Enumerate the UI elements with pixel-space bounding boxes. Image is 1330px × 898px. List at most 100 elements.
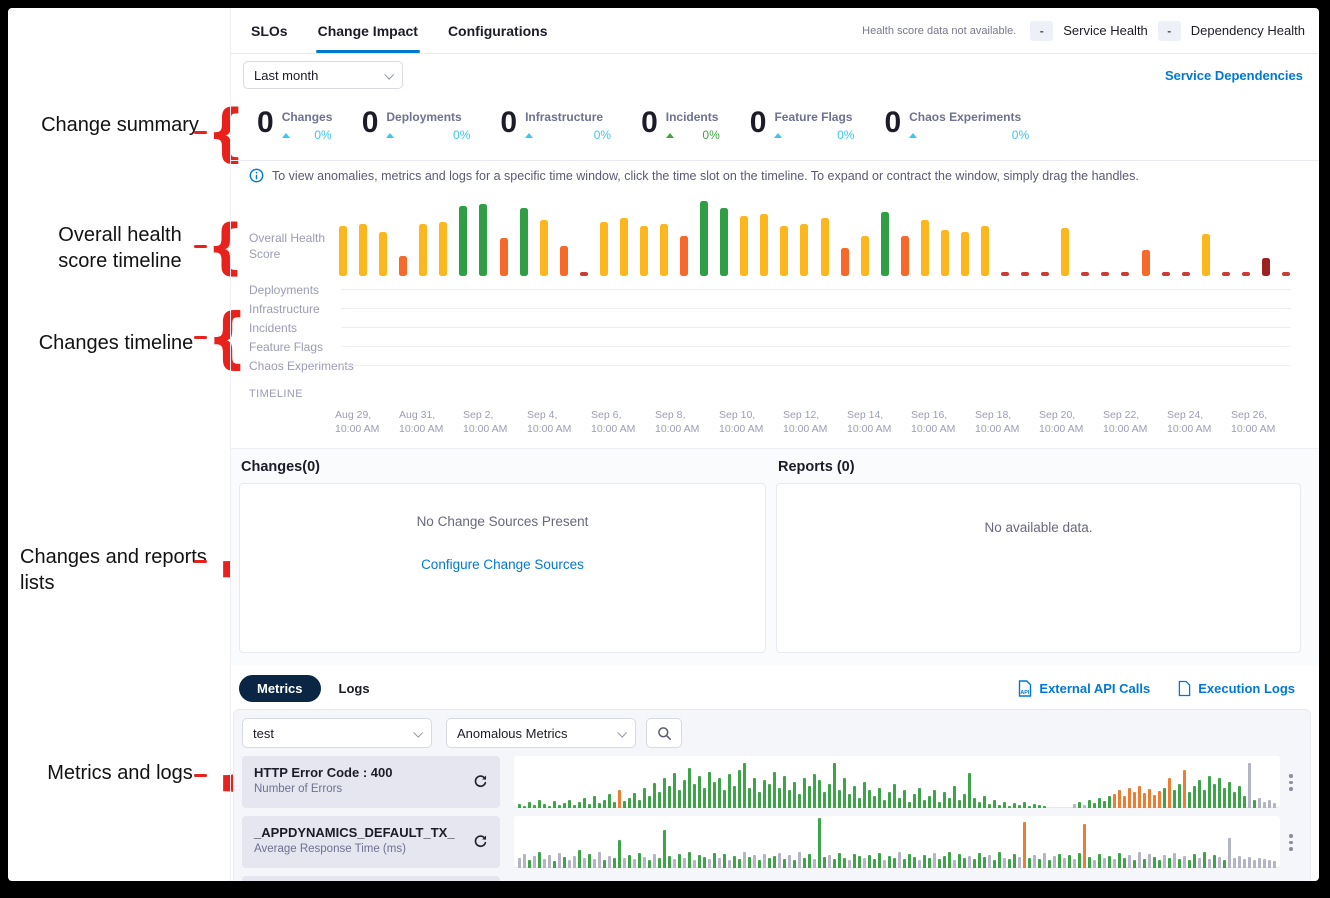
health-score-bar[interactable] <box>961 232 969 276</box>
health-score-bar[interactable] <box>339 226 347 276</box>
health-score-bar[interactable] <box>1202 234 1210 276</box>
sparkline-bar <box>878 853 881 868</box>
sparkline-bar <box>1048 860 1051 868</box>
health-score-bar[interactable] <box>1121 272 1129 276</box>
sparkline-bar <box>1173 853 1176 868</box>
health-score-bar[interactable] <box>1081 272 1089 276</box>
health-score-bar[interactable] <box>901 236 909 276</box>
metric-card-http-error[interactable]: HTTP Error Code : 400 Number of Errors <box>242 756 500 808</box>
health-score-bar[interactable] <box>881 212 889 276</box>
summary-delta: 0% <box>837 128 854 142</box>
health-score-bar[interactable] <box>981 226 989 276</box>
sparkline-bar <box>1113 859 1116 868</box>
tab-change-impact[interactable]: Change Impact <box>318 8 418 53</box>
change-row-track[interactable] <box>341 365 1291 366</box>
health-score-bar[interactable] <box>419 224 427 276</box>
kebab-menu-icon[interactable] <box>1280 756 1302 808</box>
time-range-value: Last month <box>254 68 318 83</box>
sparkline-bar <box>638 800 641 808</box>
sparkline-bar <box>723 854 726 868</box>
health-score-bar[interactable] <box>1222 272 1230 276</box>
health-score-bar[interactable] <box>1262 258 1270 276</box>
health-score-bar[interactable] <box>600 222 608 276</box>
health-score-bar[interactable] <box>439 222 447 276</box>
tab-slos[interactable]: SLOs <box>251 8 288 53</box>
health-score-bars[interactable] <box>339 196 1290 276</box>
tab-configurations[interactable]: Configurations <box>448 8 548 53</box>
external-api-calls-link[interactable]: API External API Calls <box>1018 680 1150 697</box>
health-score-bar[interactable] <box>1142 250 1150 276</box>
health-score-bar[interactable] <box>580 272 588 276</box>
health-score-bar[interactable] <box>800 224 808 276</box>
health-score-bar[interactable] <box>479 204 487 276</box>
health-score-bar[interactable] <box>1061 228 1069 276</box>
health-score-bar[interactable] <box>1162 272 1170 276</box>
health-score-bar[interactable] <box>459 206 467 276</box>
summary-value: 0 <box>500 108 517 138</box>
sparkline-bar <box>853 786 856 808</box>
configure-change-sources-link[interactable]: Configure Change Sources <box>421 557 584 572</box>
health-score-bar[interactable] <box>379 232 387 276</box>
search-button[interactable] <box>646 718 682 748</box>
summary-item-feature-flags: 0 Feature Flags 0% <box>750 108 855 160</box>
refresh-icon[interactable] <box>473 774 488 794</box>
health-score-bar[interactable] <box>700 201 708 276</box>
health-score-bar[interactable] <box>861 236 869 276</box>
sparkline-bar <box>1093 860 1096 868</box>
tab-logs[interactable]: Logs <box>339 681 370 696</box>
kebab-menu-icon[interactable] <box>1280 816 1302 868</box>
change-row-track[interactable] <box>341 346 1291 347</box>
health-score-bar[interactable] <box>1242 272 1250 276</box>
health-score-bar[interactable] <box>1021 272 1029 276</box>
sparkline-bar <box>1048 807 1051 808</box>
health-score-bar[interactable] <box>1001 272 1009 276</box>
health-score-bar[interactable] <box>500 238 508 276</box>
health-score-bar[interactable] <box>359 224 367 276</box>
health-score-bar[interactable] <box>841 248 849 276</box>
sparkline-bar <box>728 860 731 868</box>
metric-row-clipped <box>242 876 1302 881</box>
reports-empty-text: No available data. <box>984 520 1092 535</box>
sparkline-bar <box>858 856 861 868</box>
sparkline-bar <box>933 853 936 868</box>
change-row-track[interactable] <box>341 327 1291 328</box>
health-score-bar[interactable] <box>1182 272 1190 276</box>
sparkline-bar <box>768 858 771 868</box>
tab-metrics[interactable]: Metrics <box>239 675 321 702</box>
change-row-track[interactable] <box>341 308 1291 309</box>
health-score-bar[interactable] <box>821 218 829 276</box>
health-score-bar[interactable] <box>399 256 407 276</box>
sparkline-bar <box>658 858 661 868</box>
sparkline-bar <box>603 860 606 868</box>
health-score-bar[interactable] <box>660 224 668 276</box>
health-score-bar[interactable] <box>720 208 728 276</box>
health-score-bar[interactable] <box>780 226 788 276</box>
health-score-bar[interactable] <box>1101 272 1109 276</box>
sparkline-bar <box>1178 859 1181 868</box>
health-score-bar[interactable] <box>760 214 768 276</box>
execution-logs-link[interactable]: Execution Logs <box>1178 680 1295 697</box>
sparkline-bar <box>868 790 871 808</box>
health-score-bar[interactable] <box>941 230 949 276</box>
health-score-bar[interactable] <box>740 216 748 276</box>
service-select[interactable]: test <box>242 718 432 748</box>
sparkline-bar <box>823 792 826 808</box>
health-score-bar[interactable] <box>921 220 929 276</box>
metric-card-partial[interactable] <box>242 876 500 881</box>
metric-card-appdynamics[interactable]: _APPDYNAMICS_DEFAULT_TX_ Average Respons… <box>242 816 500 868</box>
health-score-bar[interactable] <box>640 226 648 276</box>
service-dependencies-link[interactable]: Service Dependencies <box>1165 68 1303 83</box>
metric-filter-select[interactable]: Anomalous Metrics <box>446 718 636 748</box>
health-score-bar[interactable] <box>540 220 548 276</box>
sparkline-bar <box>913 794 916 808</box>
health-score-bar[interactable] <box>1282 272 1290 276</box>
refresh-icon[interactable] <box>473 834 488 854</box>
time-range-select[interactable]: Last month <box>243 61 403 89</box>
sparkline-bar <box>948 798 951 808</box>
health-score-bar[interactable] <box>620 218 628 276</box>
health-score-bar[interactable] <box>560 246 568 276</box>
health-score-bar[interactable] <box>680 236 688 276</box>
change-row-track[interactable] <box>341 289 1291 290</box>
health-score-bar[interactable] <box>520 208 528 276</box>
health-score-bar[interactable] <box>1041 272 1049 276</box>
